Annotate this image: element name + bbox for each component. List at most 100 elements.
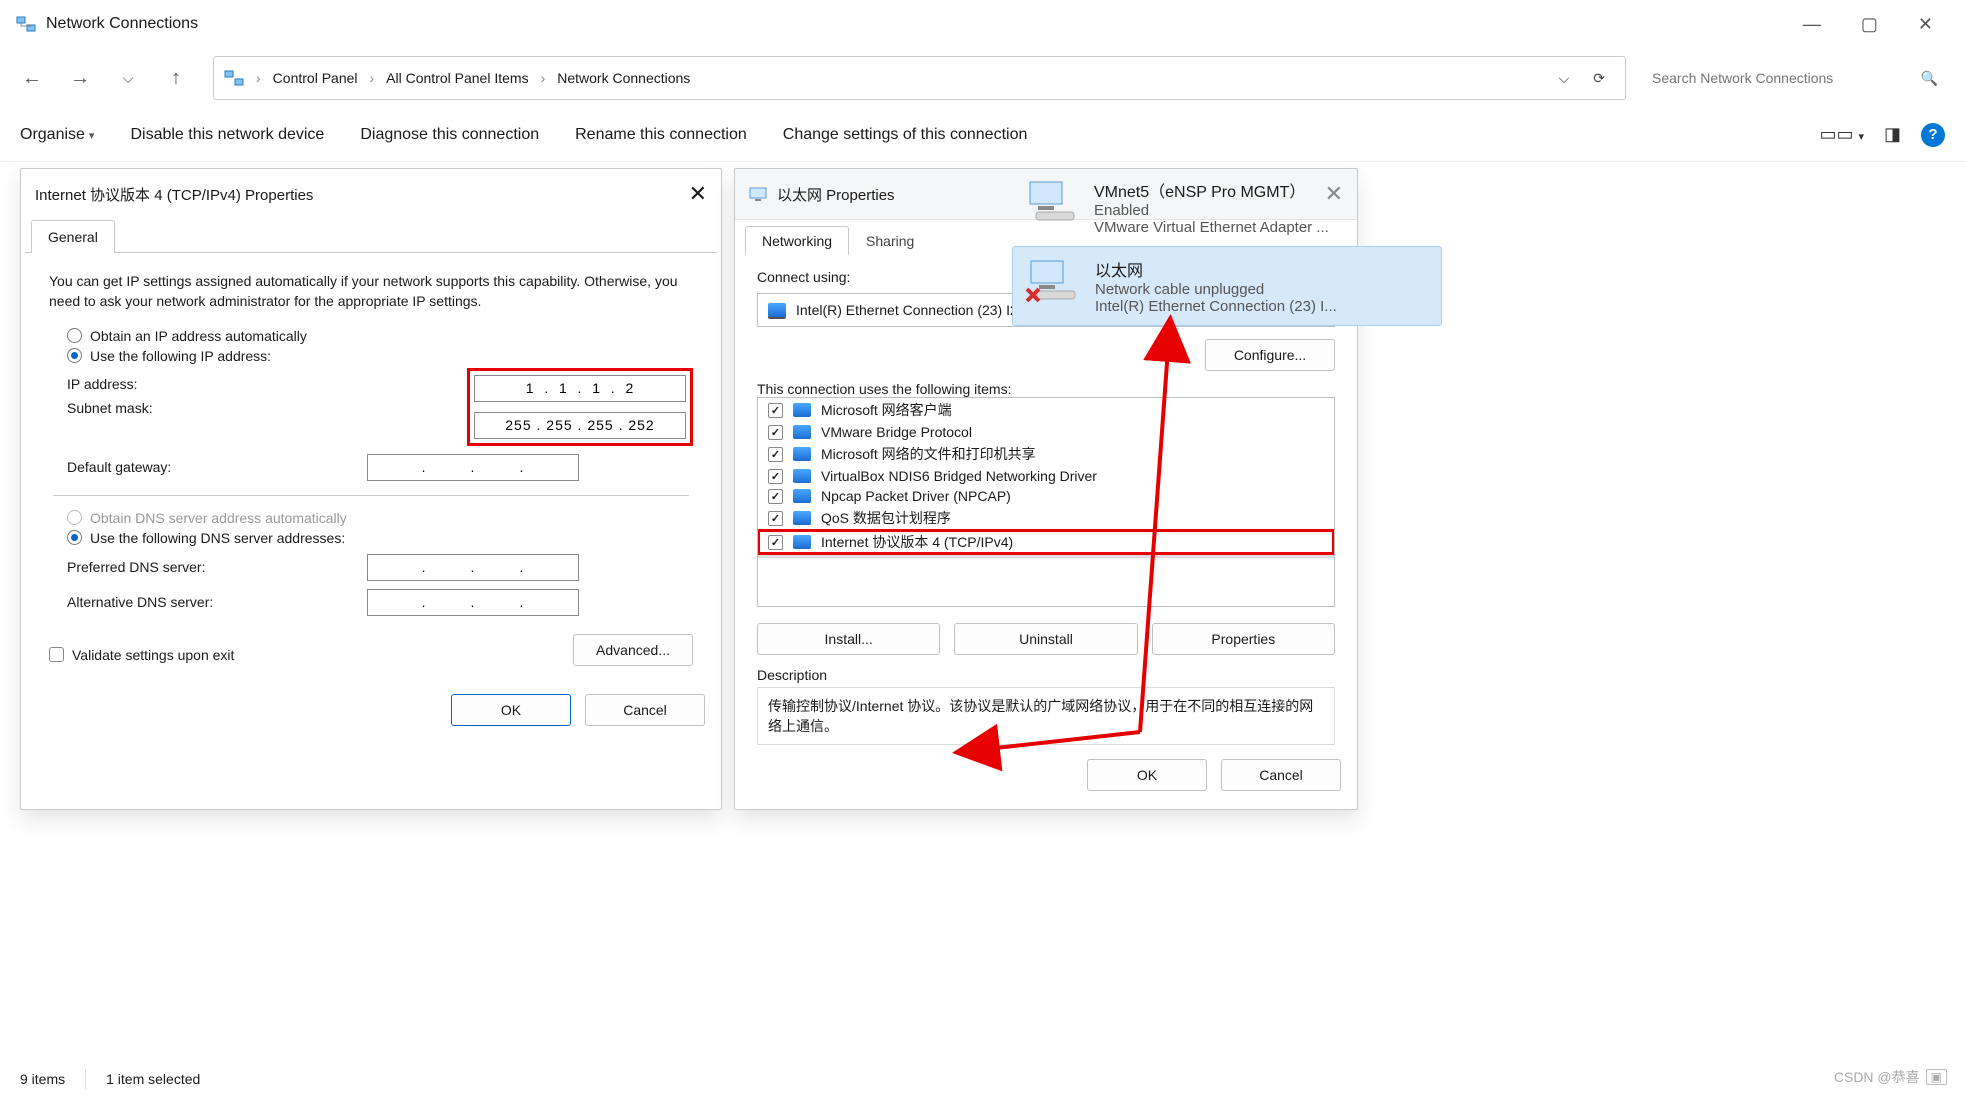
up-button[interactable]: ↑ — [159, 61, 193, 95]
item-label: Microsoft 网络客户端 — [821, 400, 952, 420]
items-label: This connection uses the following items… — [757, 381, 1335, 397]
subnet-mask-label: Subnet mask: — [67, 400, 367, 416]
radio-obtain-dns-auto: Obtain DNS server address automatically — [49, 510, 693, 526]
back-button[interactable]: ← — [15, 61, 49, 95]
network-item[interactable]: ✓ Internet 协议版本 4 (TCP/IPv4) — [758, 530, 1334, 554]
item-checkbox[interactable]: ✓ — [768, 511, 783, 526]
adapter-icon — [1024, 178, 1080, 224]
item-checkbox[interactable]: ✓ — [768, 425, 783, 440]
close-icon[interactable]: ✕ — [689, 181, 707, 207]
protocol-icon — [793, 535, 811, 549]
configure-button[interactable]: Configure... — [1205, 339, 1335, 371]
item-checkbox[interactable]: ✓ — [768, 403, 783, 418]
item-count: 9 items — [20, 1071, 65, 1087]
breadcrumb-item[interactable]: Network Connections — [557, 70, 690, 86]
network-items-list[interactable]: ✓Microsoft 网络客户端✓VMware Bridge Protocol✓… — [757, 397, 1335, 607]
close-button[interactable]: ✕ — [1918, 14, 1933, 35]
item-checkbox[interactable]: ✓ — [768, 447, 783, 462]
disable-device-button[interactable]: Disable this network device — [130, 126, 324, 144]
network-item[interactable]: ✓ Microsoft 网络客户端 — [758, 398, 1334, 422]
network-item[interactable]: ✓QoS 数据包计划程序 — [758, 506, 1334, 530]
item-checkbox[interactable]: ✓ — [768, 535, 783, 550]
radio-use-dns[interactable]: Use the following DNS server addresses: — [49, 530, 693, 546]
help-button[interactable]: ? — [1921, 123, 1945, 147]
forward-button[interactable]: → — [63, 61, 97, 95]
adapter-icon — [1025, 257, 1081, 303]
protocol-icon — [793, 489, 811, 503]
view-layout-button[interactable]: ▭▭ ▾ — [1819, 124, 1864, 145]
default-gateway-input[interactable] — [367, 454, 579, 481]
network-item[interactable]: ✓ VirtualBox NDIS6 Bridged Networking Dri… — [758, 466, 1334, 486]
network-item[interactable]: ✓ Npcap Packet Driver (NPCAP) — [758, 486, 1334, 506]
breadcrumb-item[interactable]: Control Panel — [273, 70, 358, 86]
refresh-button[interactable]: ⟳ — [1593, 70, 1605, 87]
change-settings-button[interactable]: Change settings of this connection — [783, 126, 1028, 144]
alternative-dns-label: Alternative DNS server: — [67, 594, 367, 610]
item-label: VirtualBox NDIS6 Bridged Networking Driv… — [821, 468, 1097, 484]
item-label: Microsoft 网络的文件和打印机共享 — [821, 444, 1036, 464]
minimize-button[interactable]: — — [1803, 14, 1821, 35]
nic-icon — [768, 303, 786, 317]
alternative-dns-input[interactable] — [367, 589, 579, 616]
adapter-name: VMnet5（eNSP Pro MGMT） — [1094, 178, 1329, 202]
ok-button[interactable]: OK — [1087, 759, 1207, 791]
radio-use-ip[interactable]: Use the following IP address: — [49, 348, 693, 364]
breadcrumb-sep: › — [256, 70, 261, 86]
navigation-bar: ← → ⌵ ↑ › Control Panel › All Control Pa… — [0, 48, 1965, 108]
organise-button[interactable]: Organise▾ — [20, 126, 94, 144]
protocol-icon — [793, 511, 811, 525]
ip-fields-highlight — [467, 368, 693, 446]
diagnose-button[interactable]: Diagnose this connection — [360, 126, 539, 144]
history-dropdown[interactable]: ⌵ — [111, 61, 145, 95]
tab-sharing[interactable]: Sharing — [849, 226, 931, 255]
install-button[interactable]: Install... — [757, 623, 940, 655]
address-breadcrumb[interactable]: › Control Panel › All Control Panel Item… — [213, 56, 1626, 100]
tab-general[interactable]: General — [31, 220, 115, 253]
cancel-button[interactable]: Cancel — [585, 694, 705, 726]
control-panel-icon — [224, 69, 244, 87]
protocol-icon — [793, 447, 811, 461]
item-label: Internet 协议版本 4 (TCP/IPv4) — [821, 532, 1013, 552]
rename-button[interactable]: Rename this connection — [575, 126, 747, 144]
adapter-device: Intel(R) Ethernet Connection (23) I... — [1095, 298, 1337, 315]
tab-networking[interactable]: Networking — [745, 226, 849, 255]
item-checkbox[interactable]: ✓ — [768, 469, 783, 484]
breadcrumb-item[interactable]: All Control Panel Items — [386, 70, 528, 86]
window-titlebar: Network Connections — ▢ ✕ — [0, 0, 1965, 48]
adapter-device: VMware Virtual Ethernet Adapter ... — [1094, 219, 1329, 236]
network-item[interactable]: ✓ VMware Bridge Protocol — [758, 422, 1334, 442]
maximize-button[interactable]: ▢ — [1861, 14, 1878, 35]
adapter-vmnet5[interactable]: VMnet5（eNSP Pro MGMT） Enabled VMware Vir… — [1012, 168, 1442, 246]
ip-address-input[interactable] — [474, 375, 686, 402]
search-input[interactable]: Search Network Connections 🔍 — [1640, 56, 1950, 100]
address-dropdown-icon[interactable]: ⌵ — [1559, 70, 1570, 87]
adapter-status: Enabled — [1094, 202, 1329, 219]
horizontal-scrollbar[interactable] — [758, 554, 1334, 558]
item-label: VMware Bridge Protocol — [821, 424, 972, 440]
properties-button[interactable]: Properties — [1152, 623, 1335, 655]
item-checkbox[interactable]: ✓ — [768, 489, 783, 504]
preferred-dns-label: Preferred DNS server: — [67, 559, 367, 575]
adapters-list: VMnet5（eNSP Pro MGMT） Enabled VMware Vir… — [1012, 168, 1442, 326]
selected-count: 1 item selected — [106, 1071, 200, 1087]
uninstall-button[interactable]: Uninstall — [954, 623, 1137, 655]
item-label: Npcap Packet Driver (NPCAP) — [821, 488, 1011, 504]
details-pane-button[interactable]: ◨ — [1884, 124, 1901, 145]
protocol-icon — [793, 469, 811, 483]
network-item[interactable]: ✓ Microsoft 网络的文件和打印机共享 — [758, 442, 1334, 466]
radio-obtain-ip-auto[interactable]: Obtain an IP address automatically — [49, 328, 693, 344]
nic-name: Intel(R) Ethernet Connection (23) I219-V — [796, 302, 1047, 318]
ipv4-properties-dialog: Internet 协议版本 4 (TCP/IPv4) Properties ✕ … — [20, 168, 722, 810]
preferred-dns-input[interactable] — [367, 554, 579, 581]
window-title: Network Connections — [46, 15, 198, 33]
validate-checkbox[interactable]: Validate settings upon exit — [49, 647, 234, 663]
nic-dialog-icon — [749, 186, 767, 202]
cancel-button[interactable]: Cancel — [1221, 759, 1341, 791]
watermark: CSDN @恭喜 ▣ — [1834, 1067, 1947, 1087]
ok-button[interactable]: OK — [451, 694, 571, 726]
search-icon: 🔍 — [1921, 70, 1938, 87]
adapter-ethernet[interactable]: 以太网 Network cable unplugged Intel(R) Eth… — [1012, 246, 1442, 326]
advanced-button[interactable]: Advanced... — [573, 634, 693, 666]
ipv4-description: You can get IP settings assigned automat… — [49, 271, 693, 312]
subnet-mask-input[interactable] — [474, 412, 686, 439]
